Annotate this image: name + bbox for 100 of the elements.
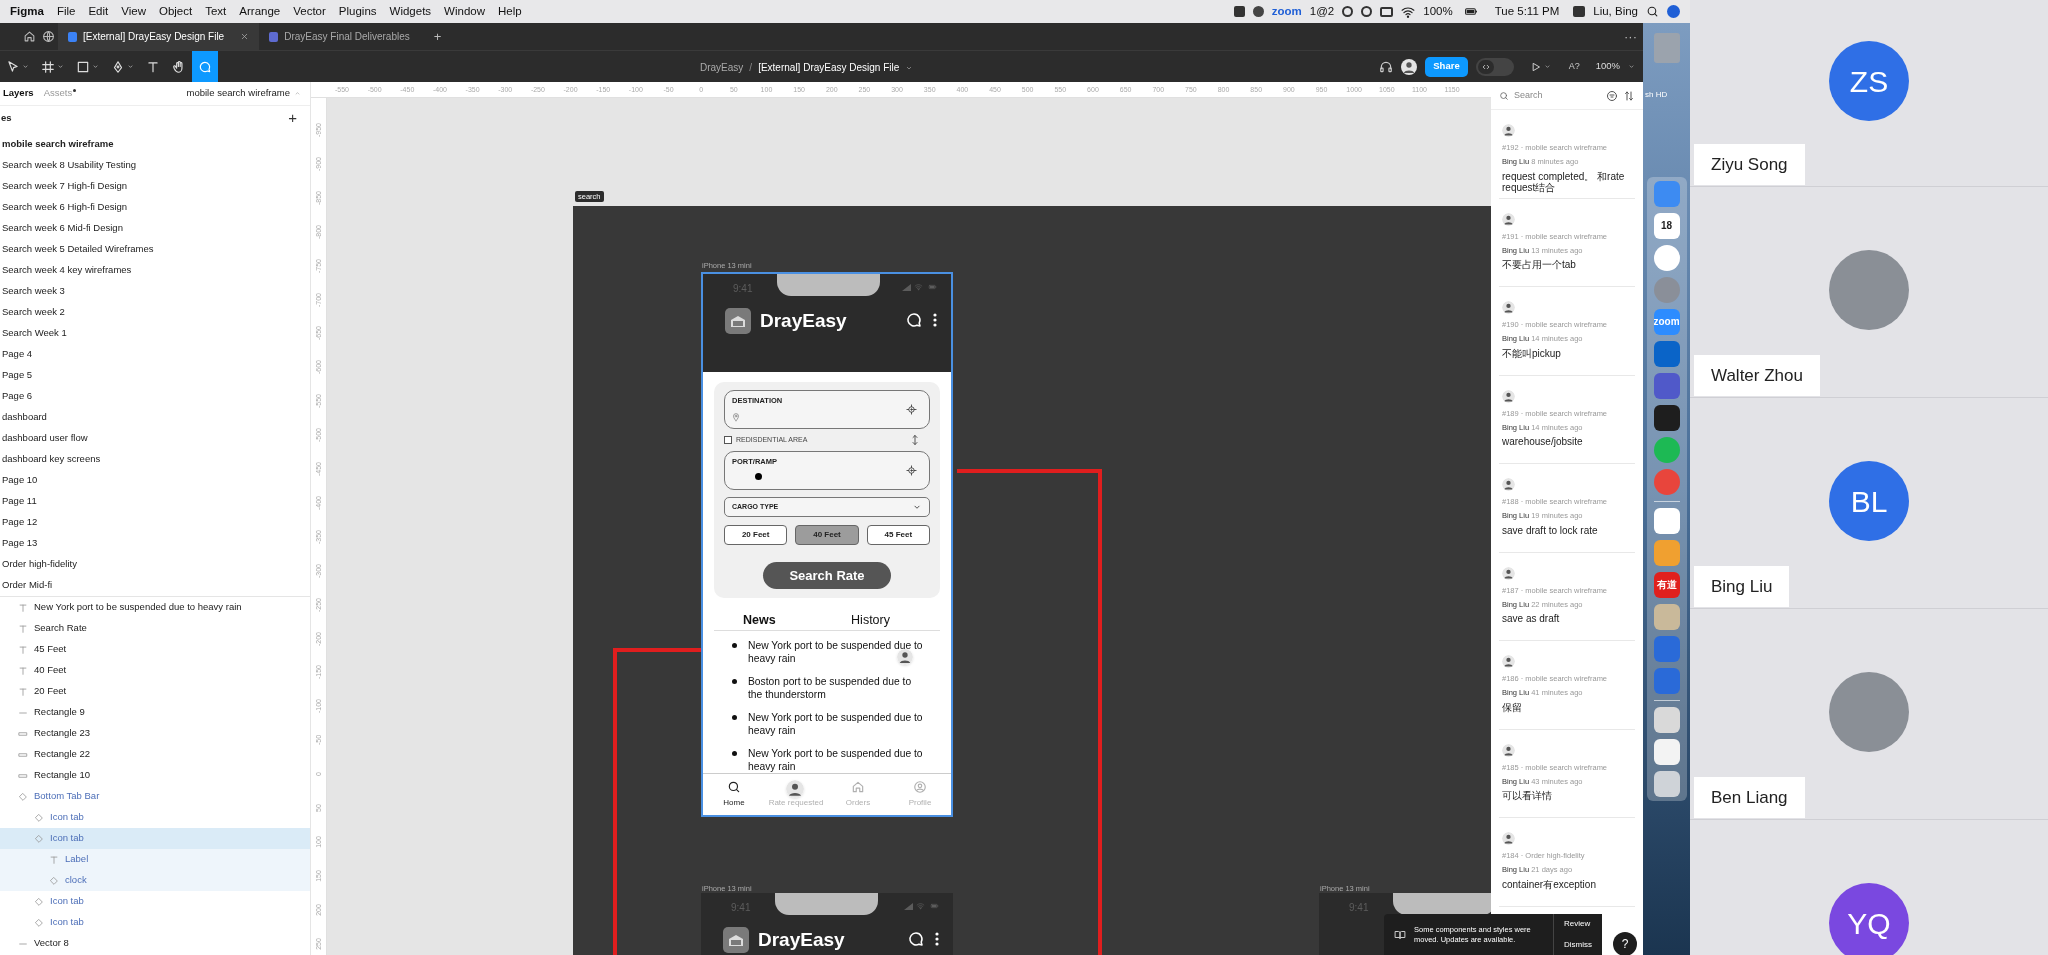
more-button[interactable]: ··· bbox=[1624, 26, 1637, 47]
page-item[interactable]: Page 11 bbox=[0, 491, 310, 512]
swap-arrows-icon[interactable] bbox=[909, 434, 921, 446]
layer-item[interactable]: 20 Feet bbox=[0, 681, 310, 702]
layer-item[interactable]: Rectangle 23 bbox=[0, 723, 310, 744]
layer-item[interactable]: clock bbox=[0, 870, 310, 891]
zoom-status-label[interactable]: zoom bbox=[1271, 2, 1302, 21]
layer-item[interactable]: Icon tab bbox=[0, 912, 310, 933]
menu-item[interactable]: Edit bbox=[88, 2, 109, 21]
notification-action[interactable]: Review bbox=[1564, 918, 1592, 931]
news-headline[interactable]: New York port to be suspended due to heavy rain bbox=[748, 747, 928, 773]
new-tab-button[interactable]: + bbox=[433, 26, 442, 47]
page-item[interactable]: Search week 2 bbox=[0, 302, 310, 323]
page-item[interactable]: Search week 6 High-fi Design bbox=[0, 197, 310, 218]
caret-icon[interactable] bbox=[1543, 63, 1551, 70]
page-item[interactable]: Order Mid-fi bbox=[0, 575, 310, 596]
comment-pin-icon[interactable] bbox=[897, 649, 913, 665]
status-square-icon[interactable] bbox=[1380, 6, 1394, 17]
avatar-icon[interactable] bbox=[1401, 58, 1418, 75]
layer-item[interactable]: 40 Feet bbox=[0, 660, 310, 681]
add-page-button[interactable]: + bbox=[288, 107, 297, 130]
page-item[interactable]: Page 4 bbox=[0, 344, 310, 365]
page-item[interactable]: dashboard bbox=[0, 407, 310, 428]
target-icon[interactable] bbox=[906, 465, 917, 476]
headphones-icon[interactable] bbox=[1379, 59, 1394, 74]
layer-item[interactable]: Rectangle 9 bbox=[0, 702, 310, 723]
chat-icon[interactable] bbox=[907, 930, 925, 948]
page-item[interactable]: dashboard user flow bbox=[0, 428, 310, 449]
app-icon[interactable] bbox=[1653, 245, 1680, 271]
menu-item[interactable]: View bbox=[121, 2, 146, 21]
layer-item[interactable]: Icon tab bbox=[0, 891, 310, 912]
menu-item[interactable]: Vector bbox=[293, 2, 326, 21]
file-tab[interactable]: DrayEasy Final Deliverables bbox=[259, 23, 420, 50]
wifi-icon[interactable] bbox=[1401, 4, 1416, 19]
layer-item[interactable]: Bottom Tab Bar bbox=[0, 786, 310, 807]
status-square-icon[interactable] bbox=[1573, 6, 1586, 17]
page-item[interactable]: mobile search wireframe bbox=[0, 134, 310, 155]
page-item[interactable]: Order high-fidelity bbox=[0, 554, 310, 575]
menu-user-name[interactable]: Liu, Bing bbox=[1593, 2, 1638, 21]
calendar-icon[interactable]: 18 bbox=[1653, 213, 1680, 239]
container-size-option[interactable]: 20 Feet bbox=[724, 525, 788, 545]
page-item[interactable]: Search week 8 Usability Testing bbox=[0, 155, 310, 176]
document-icon[interactable] bbox=[1653, 739, 1680, 765]
app-icon[interactable]: 有道 bbox=[1653, 572, 1680, 598]
container-size-option[interactable]: 40 Feet bbox=[795, 525, 859, 545]
app-icon[interactable] bbox=[1653, 405, 1680, 431]
menu-item[interactable]: Widgets bbox=[389, 2, 432, 21]
panel-tab[interactable]: Layers bbox=[3, 86, 34, 101]
battery-percent[interactable]: 100% bbox=[1423, 2, 1453, 21]
page-item[interactable]: Search week 4 key wireframes bbox=[0, 260, 310, 281]
file-tab[interactable]: [External] DrayEasy Design File bbox=[58, 23, 260, 50]
page-item[interactable]: Page 5 bbox=[0, 365, 310, 386]
home-icon[interactable] bbox=[23, 30, 36, 43]
page-item[interactable]: Search week 5 Detailed Wireframes bbox=[0, 239, 310, 260]
sort-icon[interactable] bbox=[1623, 89, 1635, 102]
project-name[interactable]: DrayEasy bbox=[700, 60, 744, 75]
news-headline[interactable]: New York port to be suspended due to heavy rain bbox=[748, 639, 928, 665]
page-item[interactable]: Page 13 bbox=[0, 533, 310, 554]
file-name[interactable]: [External] DrayEasy Design File bbox=[758, 60, 900, 75]
layer-item[interactable]: Search Rate bbox=[0, 618, 310, 639]
news-headline[interactable]: New York port to be suspended due to heavy rain bbox=[748, 711, 928, 737]
menu-item[interactable]: Help bbox=[498, 2, 522, 21]
caret-icon[interactable] bbox=[1628, 63, 1635, 70]
page-item[interactable]: Page 12 bbox=[0, 512, 310, 533]
layer-item[interactable]: New York port to be suspended due to heavy rain bbox=[0, 597, 310, 618]
page-item[interactable]: Page 10 bbox=[0, 470, 310, 491]
comment-search-field[interactable]: Search bbox=[1514, 88, 1594, 103]
more-icon[interactable] bbox=[933, 313, 937, 327]
menu-item[interactable]: Arrange bbox=[239, 2, 281, 21]
news-tab[interactable]: News bbox=[714, 610, 776, 630]
filter-icon[interactable] bbox=[1606, 89, 1618, 102]
bottom-tab[interactable]: Home bbox=[703, 774, 765, 815]
globe-icon[interactable] bbox=[42, 30, 55, 43]
checkbox[interactable] bbox=[724, 436, 732, 444]
container-size-option[interactable]: 45 Feet bbox=[866, 525, 930, 545]
layer-item[interactable]: 45 Feet bbox=[0, 639, 310, 660]
notification-action[interactable]: Dismiss bbox=[1564, 938, 1592, 951]
page-item[interactable]: Search week 7 High-fi Design bbox=[0, 176, 310, 197]
chat-icon[interactable] bbox=[905, 311, 923, 329]
page-item[interactable]: dashboard key screens bbox=[0, 449, 310, 470]
menu-item[interactable]: Text bbox=[205, 2, 227, 21]
page-item[interactable]: Search Week 1 bbox=[0, 323, 310, 344]
meeting-status[interactable]: 1@2 bbox=[1309, 2, 1335, 21]
layer-item[interactable]: Label bbox=[0, 849, 310, 870]
page-item[interactable]: Search week 3 bbox=[0, 281, 310, 302]
page-item[interactable]: Search week 6 Mid-fi Design bbox=[0, 218, 310, 239]
target-icon[interactable] bbox=[906, 404, 917, 415]
page-name-dropdown[interactable]: mobile search wireframe bbox=[186, 86, 290, 101]
layer-item[interactable]: Icon tab bbox=[0, 828, 310, 849]
menu-clock[interactable]: Tue 5:11 PM bbox=[1494, 2, 1560, 21]
page-item[interactable]: Page 6 bbox=[0, 386, 310, 407]
search-icon[interactable] bbox=[1646, 5, 1659, 18]
zoom-level[interactable]: 100% bbox=[1595, 59, 1620, 74]
app-icon[interactable] bbox=[1653, 508, 1680, 534]
dev-mode-toggle[interactable] bbox=[1475, 57, 1514, 76]
comment-pin-icon[interactable] bbox=[786, 780, 804, 798]
menu-app-name[interactable]: Figma bbox=[10, 2, 44, 21]
close-icon[interactable] bbox=[240, 32, 250, 41]
news-headline[interactable]: Boston port to be suspended due to the thunderstorm bbox=[748, 675, 928, 701]
search-rate-button[interactable]: Search Rate bbox=[763, 562, 891, 589]
